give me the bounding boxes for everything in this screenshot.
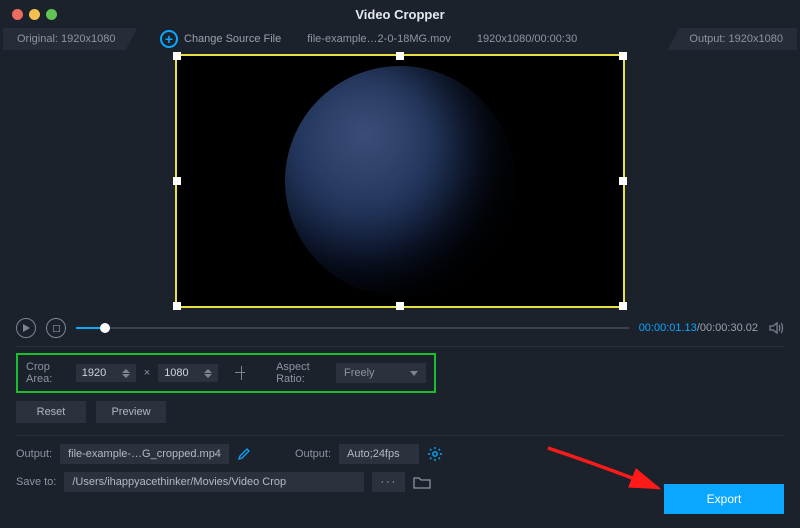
rename-output-button[interactable] <box>237 447 251 461</box>
original-resolution-label: Original: 1920x1080 <box>3 28 137 50</box>
playback-controls: 00:00:01.13/00:00:30.02 <box>0 308 800 342</box>
info-strip: Original: 1920x1080 + Change Source File… <box>0 28 800 54</box>
output-resolution-label: Output: 1920x1080 <box>667 28 797 50</box>
timecode: 00:00:01.13/00:00:30.02 <box>639 322 758 334</box>
saveto-label: Save to: <box>16 476 56 488</box>
center-crop-icon[interactable] <box>232 363 248 383</box>
export-button[interactable]: Export <box>664 484 784 514</box>
crop-handle-bl[interactable] <box>173 302 181 310</box>
seek-slider[interactable] <box>76 321 629 335</box>
time-current: 00:00:01.13 <box>639 322 697 334</box>
plus-circle-icon: + <box>160 30 178 48</box>
aspect-ratio-select[interactable]: Freely <box>336 363 426 383</box>
open-folder-button[interactable] <box>413 475 431 489</box>
crop-height-up[interactable] <box>204 369 212 373</box>
titlebar: Video Cropper <box>0 0 800 28</box>
crop-width-stepper[interactable] <box>76 364 136 382</box>
stop-icon <box>53 325 60 332</box>
times-symbol: × <box>144 367 150 379</box>
output-filename-field: file-example-…G_cropped.mp4 <box>60 444 229 464</box>
crop-handle-br[interactable] <box>619 302 627 310</box>
output-settings-button[interactable] <box>427 446 443 462</box>
source-dims-duration: 1920x1080/00:00:30 <box>477 33 577 45</box>
crop-handle-ml[interactable] <box>173 177 181 185</box>
play-icon <box>22 324 30 332</box>
pencil-icon <box>237 447 251 461</box>
crop-width-down[interactable] <box>122 374 130 378</box>
app-title: Video Cropper <box>0 7 800 22</box>
folder-icon <box>413 475 431 489</box>
crop-handle-tr[interactable] <box>619 52 627 60</box>
saveto-path-field: /Users/ihappyacethinker/Movies/Video Cro… <box>64 472 364 492</box>
seek-thumb[interactable] <box>100 323 110 333</box>
browse-path-button[interactable]: ··· <box>372 472 405 492</box>
change-source-label: Change Source File <box>184 33 281 45</box>
crop-height-input[interactable] <box>164 367 198 379</box>
crop-handle-bm[interactable] <box>396 302 404 310</box>
preview-button[interactable]: Preview <box>96 401 166 423</box>
change-source-button[interactable]: + Change Source File <box>160 30 281 48</box>
chevron-down-icon <box>410 371 418 376</box>
volume-icon[interactable] <box>768 320 784 336</box>
crop-controls-highlight: Crop Area: × Aspect Ratio: Freely <box>16 353 436 393</box>
crop-width-input[interactable] <box>82 367 116 379</box>
crop-width-up[interactable] <box>122 369 130 373</box>
crop-handle-tl[interactable] <box>173 52 181 60</box>
crop-height-down[interactable] <box>204 374 212 378</box>
output-format-label: Output: <box>295 448 331 460</box>
gear-icon <box>427 446 443 462</box>
aspect-ratio-value: Freely <box>344 367 375 379</box>
reset-button[interactable]: Reset <box>16 401 86 423</box>
stop-button[interactable] <box>46 318 66 338</box>
aspect-ratio-label: Aspect Ratio: <box>276 361 328 385</box>
video-content-placeholder <box>285 66 515 296</box>
source-filename: file-example…2-0-18MG.mov <box>307 33 451 45</box>
crop-handle-mr[interactable] <box>619 177 627 185</box>
crop-height-stepper[interactable] <box>158 364 218 382</box>
time-total: 00:00:30.02 <box>700 322 758 334</box>
output-filename-label: Output: <box>16 448 52 460</box>
video-preview-crop-frame[interactable] <box>175 54 625 308</box>
crop-handle-tm[interactable] <box>396 52 404 60</box>
crop-area-label: Crop Area: <box>26 361 68 385</box>
play-button[interactable] <box>16 318 36 338</box>
output-format-field: Auto;24fps <box>339 444 419 464</box>
